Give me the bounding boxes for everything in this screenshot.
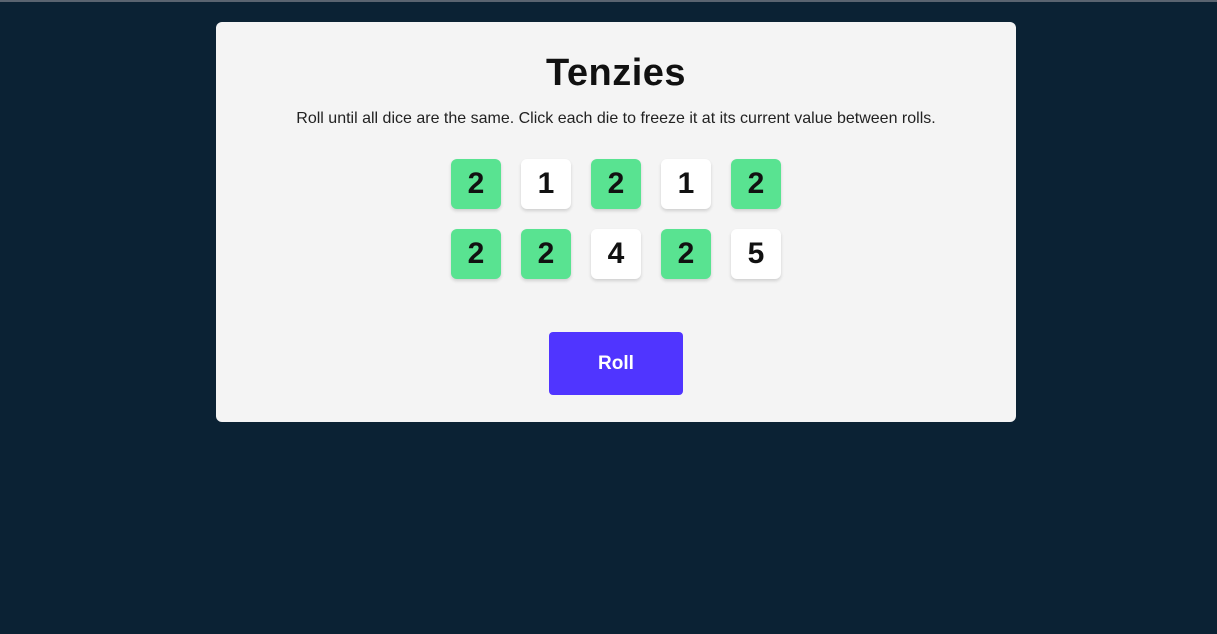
roll-button[interactable]: Roll [549, 332, 683, 395]
die[interactable]: 2 [591, 159, 641, 209]
die[interactable]: 2 [451, 159, 501, 209]
game-card: Tenzies Roll until all dice are the same… [216, 22, 1016, 422]
game-title: Tenzies [545, 52, 687, 94]
die[interactable]: 2 [521, 229, 571, 279]
dice-grid: 2 1 2 1 2 2 2 4 2 5 [451, 159, 781, 279]
die[interactable]: 2 [661, 229, 711, 279]
die[interactable]: 5 [731, 229, 781, 279]
die[interactable]: 2 [451, 229, 501, 279]
die[interactable]: 4 [591, 229, 641, 279]
die[interactable]: 1 [521, 159, 571, 209]
die[interactable]: 2 [731, 159, 781, 209]
die[interactable]: 1 [661, 159, 711, 209]
game-instructions: Roll until all dice are the same. Click … [296, 110, 936, 127]
window-top-border [0, 0, 1217, 2]
